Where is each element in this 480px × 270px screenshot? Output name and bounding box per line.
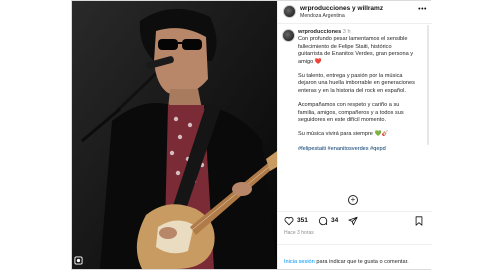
author-username[interactable]: wrproducciones y willramz: [300, 5, 383, 12]
photo-icon: [74, 256, 83, 265]
author-avatar[interactable]: [283, 5, 296, 18]
guitarist-photo: [72, 1, 277, 269]
comments-count[interactable]: 34: [331, 217, 338, 224]
comment-icon[interactable]: [318, 216, 328, 226]
more-options-icon[interactable]: •••: [418, 6, 427, 13]
caption-paragraph: Con profundo pesar lamentamos el sensibl…: [298, 36, 414, 65]
post-date: Hace 3 horas: [284, 230, 314, 236]
post-photo[interactable]: [72, 1, 277, 269]
caption-username[interactable]: wrproducciones: [298, 29, 341, 35]
caption-paragraph: Acompañamos con respeto y cariño a su fa…: [298, 102, 404, 124]
instagram-post: wrproducciones y willramz Mendoza Argent…: [71, 0, 432, 270]
caption-paragraph: Su música vivirá para siempre 💚🎸: [298, 131, 389, 138]
scrollbar[interactable]: [427, 25, 429, 145]
login-link[interactable]: Inicia sesión: [284, 259, 315, 265]
login-text: para indicar que te gusta o comentar.: [314, 259, 409, 265]
post-caption: wrproducciones 3 h Con profundo pesar la…: [298, 29, 416, 160]
bookmark-icon[interactable]: [414, 216, 424, 226]
share-icon[interactable]: [348, 216, 358, 226]
caption-avatar[interactable]: [282, 29, 295, 42]
load-more-comments-icon[interactable]: +: [348, 195, 358, 205]
heart-icon[interactable]: [284, 216, 294, 226]
post-side-panel: wrproducciones y willramz Mendoza Argent…: [277, 1, 432, 270]
post-location[interactable]: Mendoza Argentina: [300, 13, 345, 19]
post-time: 3 h: [342, 29, 351, 35]
likes-count[interactable]: 351: [297, 217, 308, 224]
login-prompt: Inicia sesión para indicar que te gusta …: [278, 244, 432, 270]
post-header: wrproducciones y willramz Mendoza Argent…: [278, 1, 432, 24]
caption-hashtags[interactable]: #felipestaiti #enanitosverdes #qepd: [298, 146, 386, 152]
caption-paragraph: Su talento, entrega y pasión por la músi…: [298, 73, 415, 94]
post-actions: 351 34: [278, 211, 432, 228]
